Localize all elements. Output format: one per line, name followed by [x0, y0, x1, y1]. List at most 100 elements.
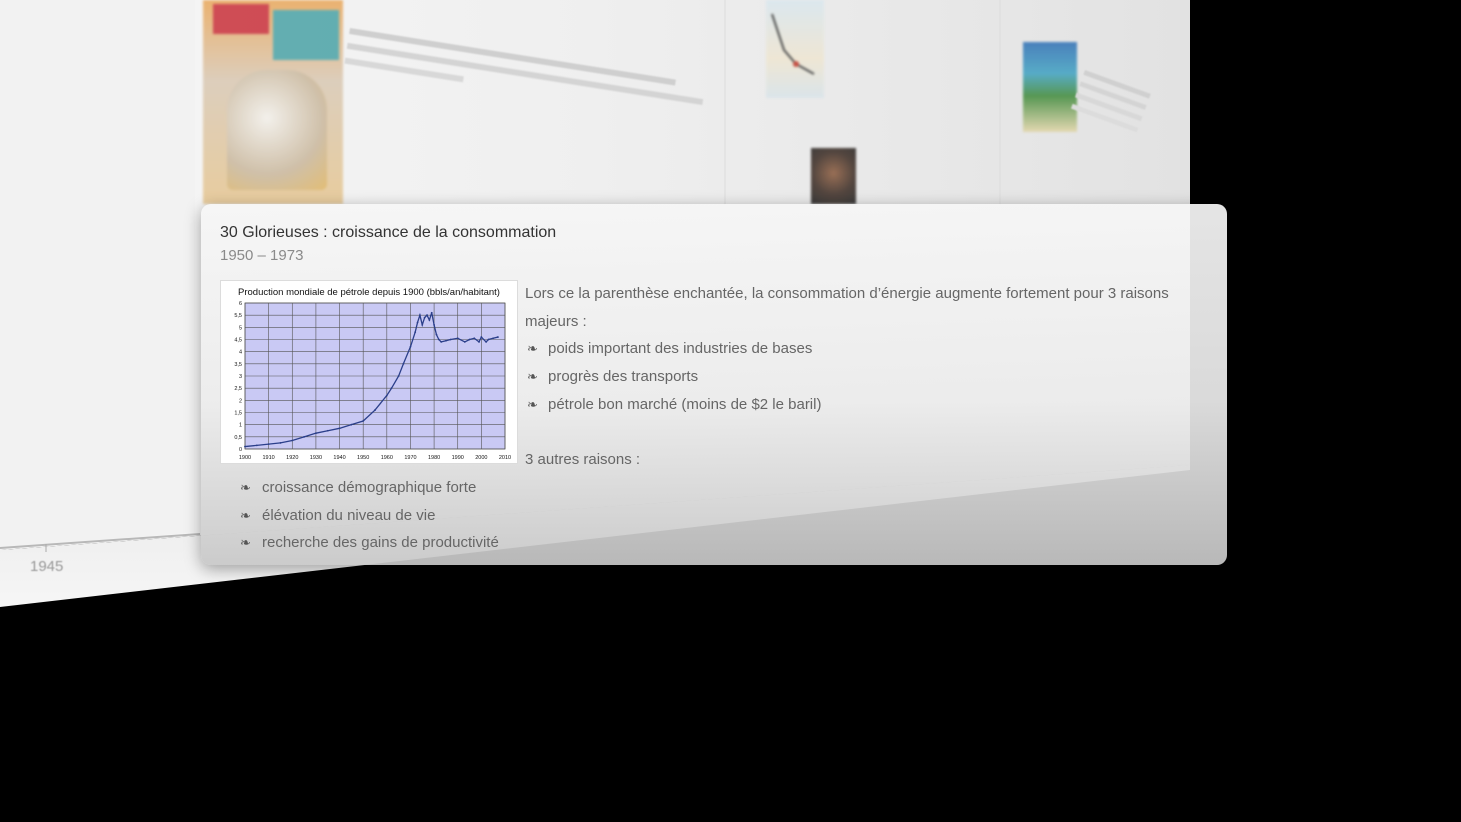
- data-point: [463, 341, 466, 343]
- other-reasons-list: ❧ croissance démographique forte ❧ éléva…: [238, 474, 499, 557]
- x-tick-label: 1980: [428, 455, 440, 461]
- data-point: [350, 423, 353, 426]
- event-detail-popup[interactable]: 30 Glorieuses : croissance de la consomm…: [201, 204, 1227, 565]
- chart-svg: Production mondiale de pétrole depuis 19…: [234, 287, 511, 461]
- data-point: [435, 333, 438, 336]
- y-tick-label: 6: [239, 301, 242, 307]
- data-point: [456, 337, 459, 340]
- x-tick-label: 1950: [357, 455, 369, 461]
- data-point: [244, 445, 246, 448]
- floral-heart-bullet-icon: ❧: [240, 535, 251, 551]
- data-point: [390, 387, 393, 390]
- list-item: ❧ élévation du niveau de vie: [238, 502, 499, 530]
- event-dates: 1950 – 1973: [220, 247, 304, 264]
- other-reasons: ❧ croissance démographique forte ❧ éléva…: [238, 474, 499, 557]
- y-tick-label: 2: [239, 398, 242, 404]
- magazine-cover-thumbnail[interactable]: [203, 0, 343, 204]
- y-tick-label: 3: [239, 374, 242, 380]
- x-tick-label: 1900: [239, 455, 251, 461]
- data-point: [315, 432, 317, 435]
- data-point: [303, 435, 305, 438]
- data-point: [409, 345, 412, 348]
- data-point: [492, 337, 495, 340]
- list-item: ❧ pétrole bon marché (moins de $2 le bar…: [525, 391, 1205, 419]
- y-tick-label: 1,5: [234, 411, 242, 417]
- reason-text: progrès des transports: [548, 368, 699, 386]
- reason-text: élévation du niveau de vie: [262, 506, 436, 524]
- data-point: [385, 394, 388, 397]
- data-point: [326, 429, 329, 432]
- data-point: [279, 442, 282, 444]
- floral-heart-bullet-icon: ❧: [240, 480, 251, 495]
- x-tick-label: 1920: [286, 455, 298, 461]
- x-tick-label: 2010: [499, 455, 511, 461]
- data-point: [480, 336, 483, 338]
- data-point: [421, 324, 424, 326]
- data-point: [255, 444, 258, 447]
- x-tick-label: 1930: [310, 455, 322, 461]
- list-item: ❧ croissance démographique forte: [238, 474, 499, 502]
- portrait-thumbnail[interactable]: [811, 148, 856, 204]
- x-tick-label: 1970: [404, 455, 416, 461]
- oil-production-chart: Production mondiale de pétrole depuis 19…: [220, 280, 518, 464]
- reason-text: poids important des industries de bases: [548, 340, 813, 358]
- y-tick-label: 0,5: [234, 435, 242, 441]
- data-point: [449, 338, 452, 341]
- reason-text: recherche des gains de productivité: [262, 534, 499, 552]
- route-map-icon: [771, 13, 815, 75]
- y-tick-label: 2,5: [234, 386, 242, 392]
- data-point: [430, 311, 433, 314]
- data-point: [416, 321, 419, 324]
- x-tick-label: 2000: [475, 455, 487, 461]
- data-point: [426, 314, 428, 317]
- y-tick-label: 5: [239, 325, 242, 331]
- y-tick-label: 4: [239, 350, 242, 356]
- data-point: [414, 331, 417, 334]
- data-point: [478, 341, 480, 343]
- list-item: ❧ progrès des transports: [525, 363, 1205, 391]
- data-point: [473, 337, 476, 340]
- data-point: [267, 443, 270, 446]
- timeline-year-label: 1945: [30, 558, 64, 575]
- y-tick-label: 3,5: [234, 362, 242, 368]
- timeline-stage: 1945 30 Glorieuses : croissance de la co…: [0, 0, 1461, 822]
- reason-text: pétrole bon marché (moins de $2 le baril…: [548, 395, 822, 413]
- map-thumbnail[interactable]: [766, 0, 824, 98]
- event-description: Lors ce la parenthèse enchantée, la cons…: [525, 280, 1205, 474]
- floral-heart-bullet-icon: ❧: [527, 396, 538, 412]
- data-point: [485, 341, 487, 343]
- data-point: [419, 314, 421, 317]
- data-point: [397, 375, 400, 377]
- data-point: [374, 409, 376, 411]
- chart-title: Production mondiale de pétrole depuis 19…: [238, 287, 500, 298]
- data-point: [440, 341, 443, 343]
- cartoon-figures-image: [227, 70, 327, 190]
- floral-heart-bullet-icon: ❧: [527, 369, 538, 385]
- list-item: ❧ poids important des industries de base…: [525, 335, 1205, 363]
- data-point: [433, 324, 435, 326]
- data-point: [445, 339, 447, 342]
- main-reasons-list: ❧ poids important des industries de base…: [525, 335, 1205, 418]
- x-tick-label: 1960: [381, 455, 393, 461]
- data-point: [338, 427, 341, 430]
- y-tick-label: 0: [239, 447, 242, 453]
- magazine-logo: [213, 4, 269, 34]
- y-tick-label: 1: [239, 423, 242, 429]
- y-tick-label: 5,5: [234, 313, 242, 319]
- floral-heart-bullet-icon: ❧: [527, 341, 538, 357]
- event-intro-text: Lors ce la parenthèse enchantée, la cons…: [525, 285, 1169, 330]
- x-tick-label: 1910: [263, 455, 275, 461]
- data-point: [468, 338, 471, 341]
- x-tick-label: 1990: [452, 455, 464, 461]
- data-point: [497, 336, 499, 338]
- data-point: [428, 319, 431, 321]
- other-reasons-heading: 3 autres raisons :: [525, 451, 641, 469]
- list-item: ❧ recherche des gains de productivité: [238, 529, 499, 557]
- data-point: [487, 338, 490, 341]
- reason-text: croissance démographique forte: [262, 479, 477, 496]
- magazine-banner: [273, 10, 339, 60]
- y-tick-label: 4,5: [234, 338, 242, 344]
- data-point: [362, 420, 365, 422]
- island-photo-thumbnail[interactable]: [1023, 42, 1077, 132]
